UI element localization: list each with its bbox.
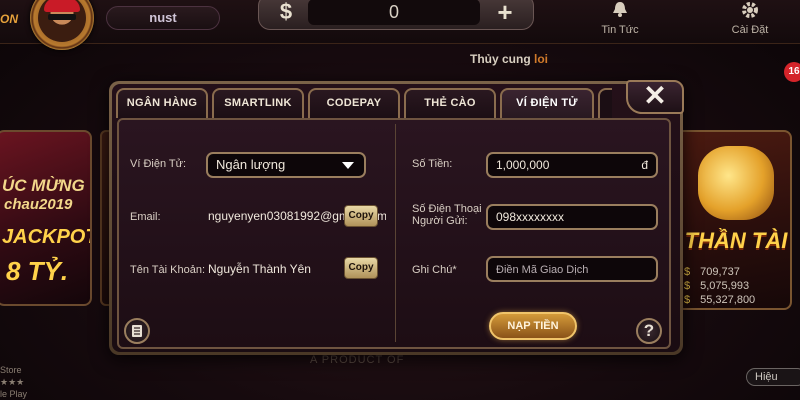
sender-phone-label: Số Điện Thoại Người Gửi:: [412, 203, 482, 227]
wallet-label: Ví Điện Tử:: [130, 158, 187, 170]
tab-codepay[interactable]: CODEPAY: [308, 88, 400, 118]
balance-value: 0: [308, 0, 480, 25]
tab-vi-dien-tu[interactable]: VÍ ĐIỆN TỬ: [500, 88, 594, 118]
bell-icon: [588, 0, 652, 24]
avatar-hair: [44, 0, 80, 12]
transaction-code-placeholder: Điền Mã Giao Dịch: [496, 264, 589, 276]
tab-the-cao[interactable]: THẺ CÀO: [404, 88, 496, 118]
avatar-image: [38, 0, 86, 42]
deposit-submit-button[interactable]: NẠP TIỀN: [489, 312, 577, 340]
jackpot-row: $709,737: [684, 266, 740, 278]
settings-button[interactable]: Cài Đặt: [712, 0, 788, 40]
tab-ngan-hang[interactable]: NGÂN HÀNG: [116, 88, 208, 118]
news-ticker: Thủy cung loi: [470, 52, 590, 70]
dropdown-arrow-icon: [342, 162, 354, 169]
username-display: nust: [106, 6, 220, 30]
jackpot-banner-card[interactable]: ÚC MỪNG chau2019 JACKPOT 8 TỶ.: [0, 130, 92, 306]
jackpot-row: $5,075,993: [684, 280, 750, 292]
history-button[interactable]: [124, 318, 150, 344]
copy-email-button[interactable]: Copy: [344, 205, 378, 227]
banner-line-1: ÚC MỪNG: [2, 176, 85, 195]
amount-input[interactable]: 1,000,000 đ: [486, 152, 658, 178]
banner-line-4: 8 TỶ.: [6, 256, 69, 286]
dollar-icon: $: [279, 0, 293, 24]
sender-phone-input[interactable]: 098xxxxxxxx: [486, 204, 658, 230]
form-divider: [395, 124, 396, 342]
hieu-button[interactable]: Hiệu: [746, 368, 800, 386]
news-label: Tin Tức: [601, 24, 639, 36]
wallet-select-value: Ngân lượng: [216, 157, 286, 172]
help-button[interactable]: ?: [636, 318, 662, 344]
note-label: Ghi Chú*: [412, 264, 457, 276]
than-tai-game-card[interactable]: THẦN TÀI $709,737 $5,075,993 $55,327,800: [676, 130, 792, 310]
document-icon: [126, 325, 148, 346]
copy-account-button[interactable]: Copy: [344, 257, 378, 279]
tab-smartlink[interactable]: SMARTLINK: [212, 88, 304, 118]
currency-symbol: đ: [641, 158, 648, 172]
gear-icon: [712, 0, 788, 24]
tab-overflow[interactable]: [598, 88, 612, 118]
rating-stars: ★★★: [0, 377, 25, 387]
jackpot-row: $55,327,800: [684, 294, 756, 306]
settings-label: Cài Đặt: [731, 24, 769, 36]
product-credit: A PRODUCT OF: [310, 354, 405, 366]
amount-label: Số Tiền:: [412, 158, 453, 170]
amount-value: 1,000,000: [496, 158, 550, 172]
store-label: Store: [0, 365, 22, 375]
banner-line-2: chau2019: [4, 196, 73, 213]
add-money-button[interactable]: +: [488, 0, 522, 26]
ticker-text: Thủy cung: [470, 52, 534, 66]
avatar-glasses: [48, 14, 76, 20]
account-name-label: Tên Tài Khoản:: [130, 264, 206, 276]
ticker-highlight: loi: [534, 52, 548, 66]
account-name-value: Nguyễn Thành Yên: [208, 262, 311, 276]
game-logo: ON: [0, 12, 18, 26]
close-button[interactable]: ✕: [626, 80, 684, 114]
wallet-select[interactable]: Ngân lượng: [206, 152, 366, 178]
google-play-label: le Play: [0, 389, 28, 399]
transaction-code-input[interactable]: Điền Mã Giao Dịch: [486, 256, 658, 282]
banner-line-3: JACKPOT: [2, 226, 92, 248]
game-title: THẦN TÀI: [684, 228, 788, 253]
gold-toad-image: [698, 146, 774, 220]
email-label: Email:: [130, 211, 161, 223]
store-links[interactable]: Store ★★★ le Play: [0, 364, 27, 400]
news-button[interactable]: Tin Tức: [588, 0, 652, 40]
notification-badge[interactable]: 16: [784, 62, 800, 82]
